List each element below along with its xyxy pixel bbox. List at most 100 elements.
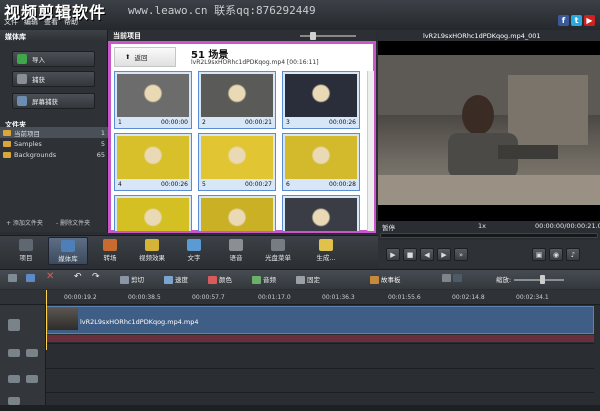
- menu-edit[interactable]: 编辑: [24, 17, 38, 29]
- scene-thumbnail[interactable]: 1 00:00:00: [114, 71, 192, 129]
- scene-image: [117, 74, 189, 117]
- media-library-panel: 媒体库 导入 捕获 屏幕捕获 文件夹 当前项目 1 Samples 5 Backgr…: [0, 30, 108, 232]
- volume-icon[interactable]: ♪: [566, 248, 580, 261]
- scene-number: 5: [202, 181, 206, 188]
- tool-label: 语音: [229, 254, 243, 262]
- tool-project-button[interactable]: 项目: [6, 237, 46, 265]
- menu-help[interactable]: 帮助: [64, 17, 78, 29]
- playhead[interactable]: [46, 290, 47, 350]
- video-clip-thumbnail: [48, 308, 78, 330]
- lock-icon[interactable]: [8, 397, 20, 405]
- menu-view[interactable]: 查看: [44, 17, 58, 29]
- folder-item[interactable]: Samples 5: [0, 138, 108, 149]
- tool-text-button[interactable]: 文字: [174, 237, 214, 265]
- scene-image: [201, 136, 273, 179]
- delete-folder-button[interactable]: - 删除文件夹: [56, 218, 90, 229]
- next-icon[interactable]: ▶: [437, 248, 451, 261]
- clip-info: lvR2L9sxHORhc1dPDKqog.mp4 [00:16:11]: [191, 59, 319, 66]
- scene-thumbnail[interactable]: [282, 195, 360, 231]
- scene-grid-scrollbar[interactable]: [367, 71, 374, 231]
- redo-icon[interactable]: ↷: [92, 272, 100, 282]
- folder-item[interactable]: Backgrounds 65: [0, 149, 108, 160]
- audio-button[interactable]: 音频: [252, 274, 276, 284]
- scene-browser-panel: ⬆ 返回 51 场景 lvR2L9sxHORhc1dPDKqog.mp4 [00…: [108, 41, 376, 233]
- tool-icon: [145, 239, 159, 251]
- storyboard-button[interactable]: 故事板: [370, 274, 401, 284]
- capture-button[interactable]: 捕获: [12, 71, 95, 87]
- scene-thumbnail[interactable]: [114, 195, 192, 231]
- fastforward-icon[interactable]: »: [454, 248, 468, 261]
- ruler-tick: 00:00:38.5: [128, 294, 161, 301]
- tool-icon: [271, 239, 285, 251]
- timeline-scrollbar[interactable]: [0, 405, 600, 411]
- cut-button[interactable]: 剪切: [120, 274, 144, 284]
- back-button[interactable]: ⬆ 返回: [114, 47, 176, 67]
- folder-item[interactable]: 当前项目 1: [0, 127, 108, 138]
- tool-disc-menu-button[interactable]: 光盘菜单: [258, 237, 298, 265]
- scene-image: [201, 198, 273, 231]
- project-header-label: 当前项目: [113, 32, 141, 40]
- tool-label: 项目: [19, 254, 33, 262]
- menu-file[interactable]: 文件: [4, 17, 18, 29]
- color-button[interactable]: 颜色: [208, 274, 232, 284]
- tool-media-button[interactable]: 媒体库: [48, 237, 88, 265]
- prev-icon[interactable]: ◀: [420, 248, 434, 261]
- seek-bar[interactable]: [380, 233, 598, 238]
- stop-icon[interactable]: ■: [403, 248, 417, 261]
- youtube-icon[interactable]: ▶: [584, 15, 595, 26]
- screen-capture-button[interactable]: 屏幕捕获: [12, 93, 95, 109]
- tool-produce-button[interactable]: 生成...: [300, 237, 352, 265]
- video-track-icon: [8, 319, 20, 331]
- scene-duration: 00:00:21: [245, 119, 272, 126]
- remove-icon[interactable]: ✕: [46, 271, 54, 282]
- track-headers: [0, 305, 46, 411]
- scene-duration: 00:00:26: [161, 181, 188, 188]
- track-divider: [46, 343, 594, 344]
- camera-icon: [17, 74, 27, 84]
- scene-duration: 00:00:28: [329, 181, 356, 188]
- scene-image: [201, 74, 273, 117]
- pin-button[interactable]: 固定: [296, 274, 320, 284]
- tool-label: 光盘菜单: [265, 254, 291, 262]
- ruler-tick: 00:01:55.6: [388, 294, 421, 301]
- zoom-slider-knob[interactable]: [540, 275, 545, 284]
- undo-icon[interactable]: ↶: [74, 272, 82, 282]
- facebook-icon[interactable]: f: [558, 15, 569, 26]
- lock-icon[interactable]: [8, 375, 20, 383]
- tool-transition-button[interactable]: 转场: [90, 237, 130, 265]
- tool-icon: [103, 239, 117, 251]
- thumb-size-slider-knob[interactable]: [310, 32, 316, 40]
- split-icon[interactable]: [26, 274, 37, 282]
- ruler-tick: 00:01:36.3: [322, 294, 355, 301]
- video-clip-name: lvR2L9sxHORhc1dPDKqog.mp4.mp4: [80, 318, 199, 326]
- snapshot-icon[interactable]: ◉: [549, 248, 563, 261]
- ruler-tick: 00:00:57.7: [192, 294, 225, 301]
- lock-icon[interactable]: [8, 349, 20, 357]
- scene-thumbnail[interactable]: 4 00:00:26: [114, 133, 192, 191]
- import-button[interactable]: 导入: [12, 51, 95, 67]
- speed-button[interactable]: 速度: [164, 274, 188, 284]
- scene-duration: 00:00:00: [161, 119, 188, 126]
- scene-image: [117, 198, 189, 231]
- fullscreen-icon[interactable]: ▣: [532, 248, 546, 261]
- scene-thumbnail[interactable]: 6 00:00:28: [282, 133, 360, 191]
- play-icon[interactable]: ▶: [386, 248, 400, 261]
- scene-number: 2: [202, 119, 206, 126]
- watermark-text: www.leawo.cn 联系qq:876292449: [128, 4, 316, 17]
- audio-clip[interactable]: [46, 335, 594, 342]
- tool-label: 视频效果: [139, 254, 165, 262]
- scene-thumbnail[interactable]: 2 00:00:21: [198, 71, 276, 129]
- twitter-icon[interactable]: t: [571, 15, 582, 26]
- scene-grid: 1 00:00:00 2 00:00:21 3 00:00:26 4 00:00:26 5 00:…: [114, 71, 364, 231]
- scene-thumbnail[interactable]: [198, 195, 276, 231]
- tool-effects-button[interactable]: 视频效果: [132, 237, 172, 265]
- tool-label: 媒体库: [58, 255, 78, 263]
- scene-image: [117, 136, 189, 179]
- scene-thumbnail[interactable]: 3 00:00:26: [282, 71, 360, 129]
- scene-thumbnail[interactable]: 5 00:00:27: [198, 133, 276, 191]
- track-divider: [46, 368, 594, 369]
- zoom-label: [442, 274, 464, 282]
- delete-clip-icon[interactable]: [8, 274, 19, 282]
- add-folder-button[interactable]: + 添加文件夹: [6, 218, 43, 229]
- tool-voice-button[interactable]: 语音: [216, 237, 256, 265]
